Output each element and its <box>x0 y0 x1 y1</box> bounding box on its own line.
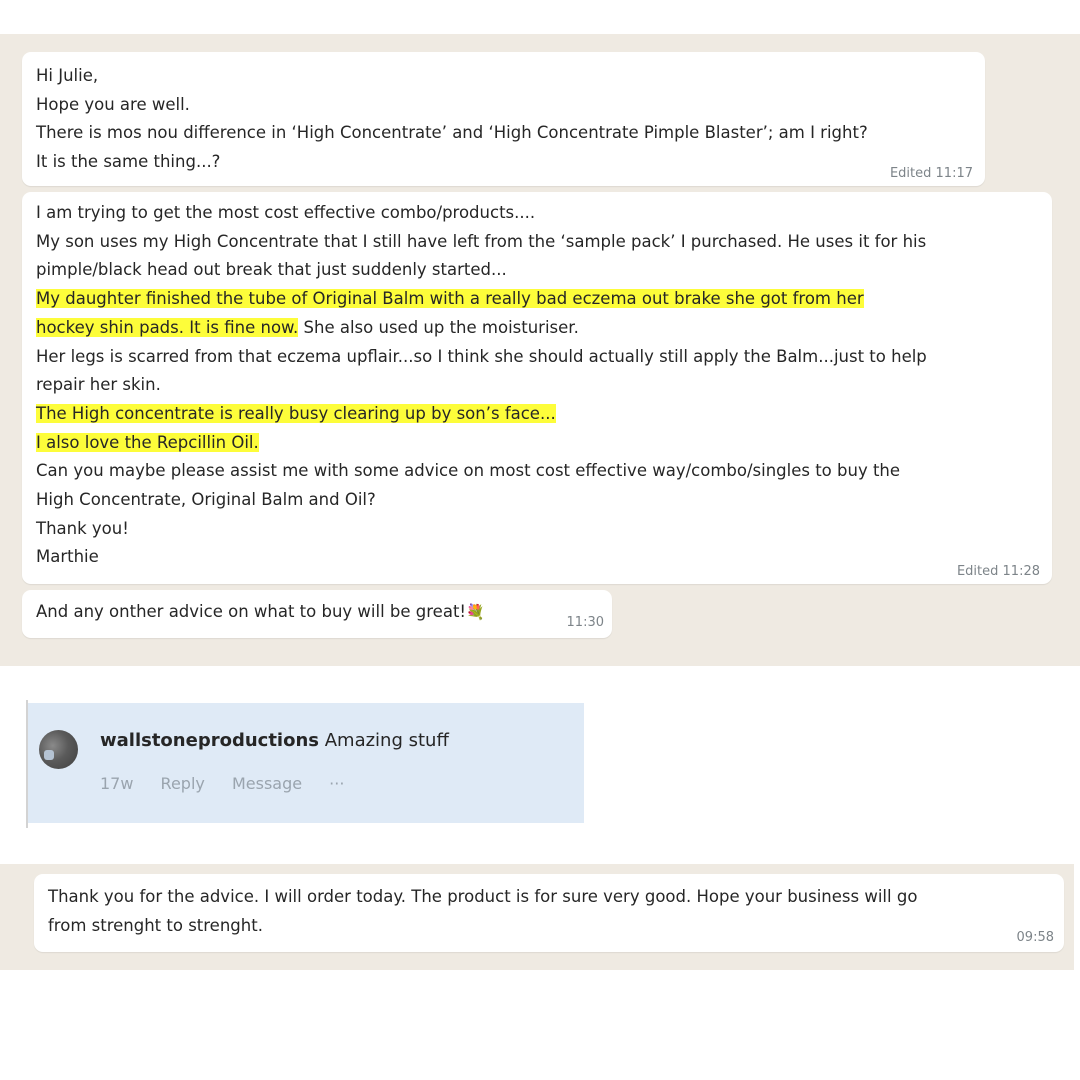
highlight: I also love the Repcillin Oil. <box>36 432 259 452</box>
message-button[interactable]: Message <box>232 774 302 793</box>
message-line: High Concentrate, Original Balm and Oil? <box>36 490 376 510</box>
highlight: My daughter finished the tube of Origina… <box>36 289 864 309</box>
message-line: Thank you for the advice. I will order t… <box>48 887 918 906</box>
message-line-partial-highlight: hockey shin pads. It is fine now. She al… <box>36 314 1038 343</box>
comment-age: 17w <box>100 774 134 793</box>
comment-text: wallstoneproductions Amazing stuff <box>100 730 449 751</box>
message-line: Hope you are well. <box>36 94 190 114</box>
reply-button[interactable]: Reply <box>161 774 205 793</box>
message-bubble-2[interactable]: I am trying to get the most cost effecti… <box>22 192 1052 584</box>
social-comment: wallstoneproductions Amazing stuff 17w R… <box>28 703 584 823</box>
message-line: There is mos nou difference in ‘High Con… <box>36 123 868 143</box>
message-line: Can you maybe please assist me with some… <box>36 461 901 481</box>
more-options-icon[interactable]: ··· <box>329 774 344 793</box>
comment-username[interactable]: wallstoneproductions <box>100 730 319 751</box>
message-line-highlighted: My daughter finished the tube of Origina… <box>36 285 1038 314</box>
message-text: She also used up the moisturiser. <box>298 317 579 337</box>
message-bubble-3[interactable]: And any onther advice on what to buy wil… <box>22 590 612 638</box>
message-timestamp: Edited 11:28 <box>956 564 1040 579</box>
message-line: I am trying to get the most cost effecti… <box>36 203 536 222</box>
message-text: And any onther advice on what to buy wil… <box>36 602 467 621</box>
message-line: pimple/black head out break that just su… <box>36 260 507 280</box>
message-line: It is the same thing...? <box>36 152 221 172</box>
message-line-highlighted: The High concentrate is really busy clea… <box>36 400 1038 429</box>
chat-panel-top: Hi Julie, Hope you are well. There is mo… <box>0 34 1080 666</box>
message-line: And any onther advice on what to buy wil… <box>36 598 598 627</box>
message-line: repair her skin. <box>36 375 161 395</box>
message-bubble-4[interactable]: Thank you for the advice. I will order t… <box>34 874 1064 952</box>
avatar[interactable] <box>39 730 78 769</box>
message-timestamp: 09:58 <box>1016 930 1054 945</box>
highlight: hockey shin pads. It is fine now. <box>36 317 299 337</box>
message-timestamp: 11:30 <box>566 615 604 630</box>
message-line: Thank you! <box>36 518 129 538</box>
comment-actions: 17w Reply Message ··· <box>100 774 366 793</box>
message-line: Marthie <box>36 547 99 567</box>
message-line: from strenght to strenght. <box>48 915 263 935</box>
message-line: Hi Julie, <box>36 66 99 85</box>
bouquet-emoji-icon: 💐 <box>466 603 485 621</box>
avatar-detail <box>44 750 54 760</box>
highlight: The High concentrate is really busy clea… <box>36 403 556 423</box>
comment-body: Amazing stuff <box>319 730 449 751</box>
message-timestamp: Edited 11:17 <box>889 166 973 181</box>
message-line-highlighted: I also love the Repcillin Oil. <box>36 429 1038 458</box>
message-line: Her legs is scarred from that eczema upf… <box>36 346 927 366</box>
chat-panel-bottom: Thank you for the advice. I will order t… <box>0 864 1074 970</box>
message-line: My son uses my High Concentrate that I s… <box>36 231 927 251</box>
message-bubble-1[interactable]: Hi Julie, Hope you are well. There is mo… <box>22 52 985 186</box>
